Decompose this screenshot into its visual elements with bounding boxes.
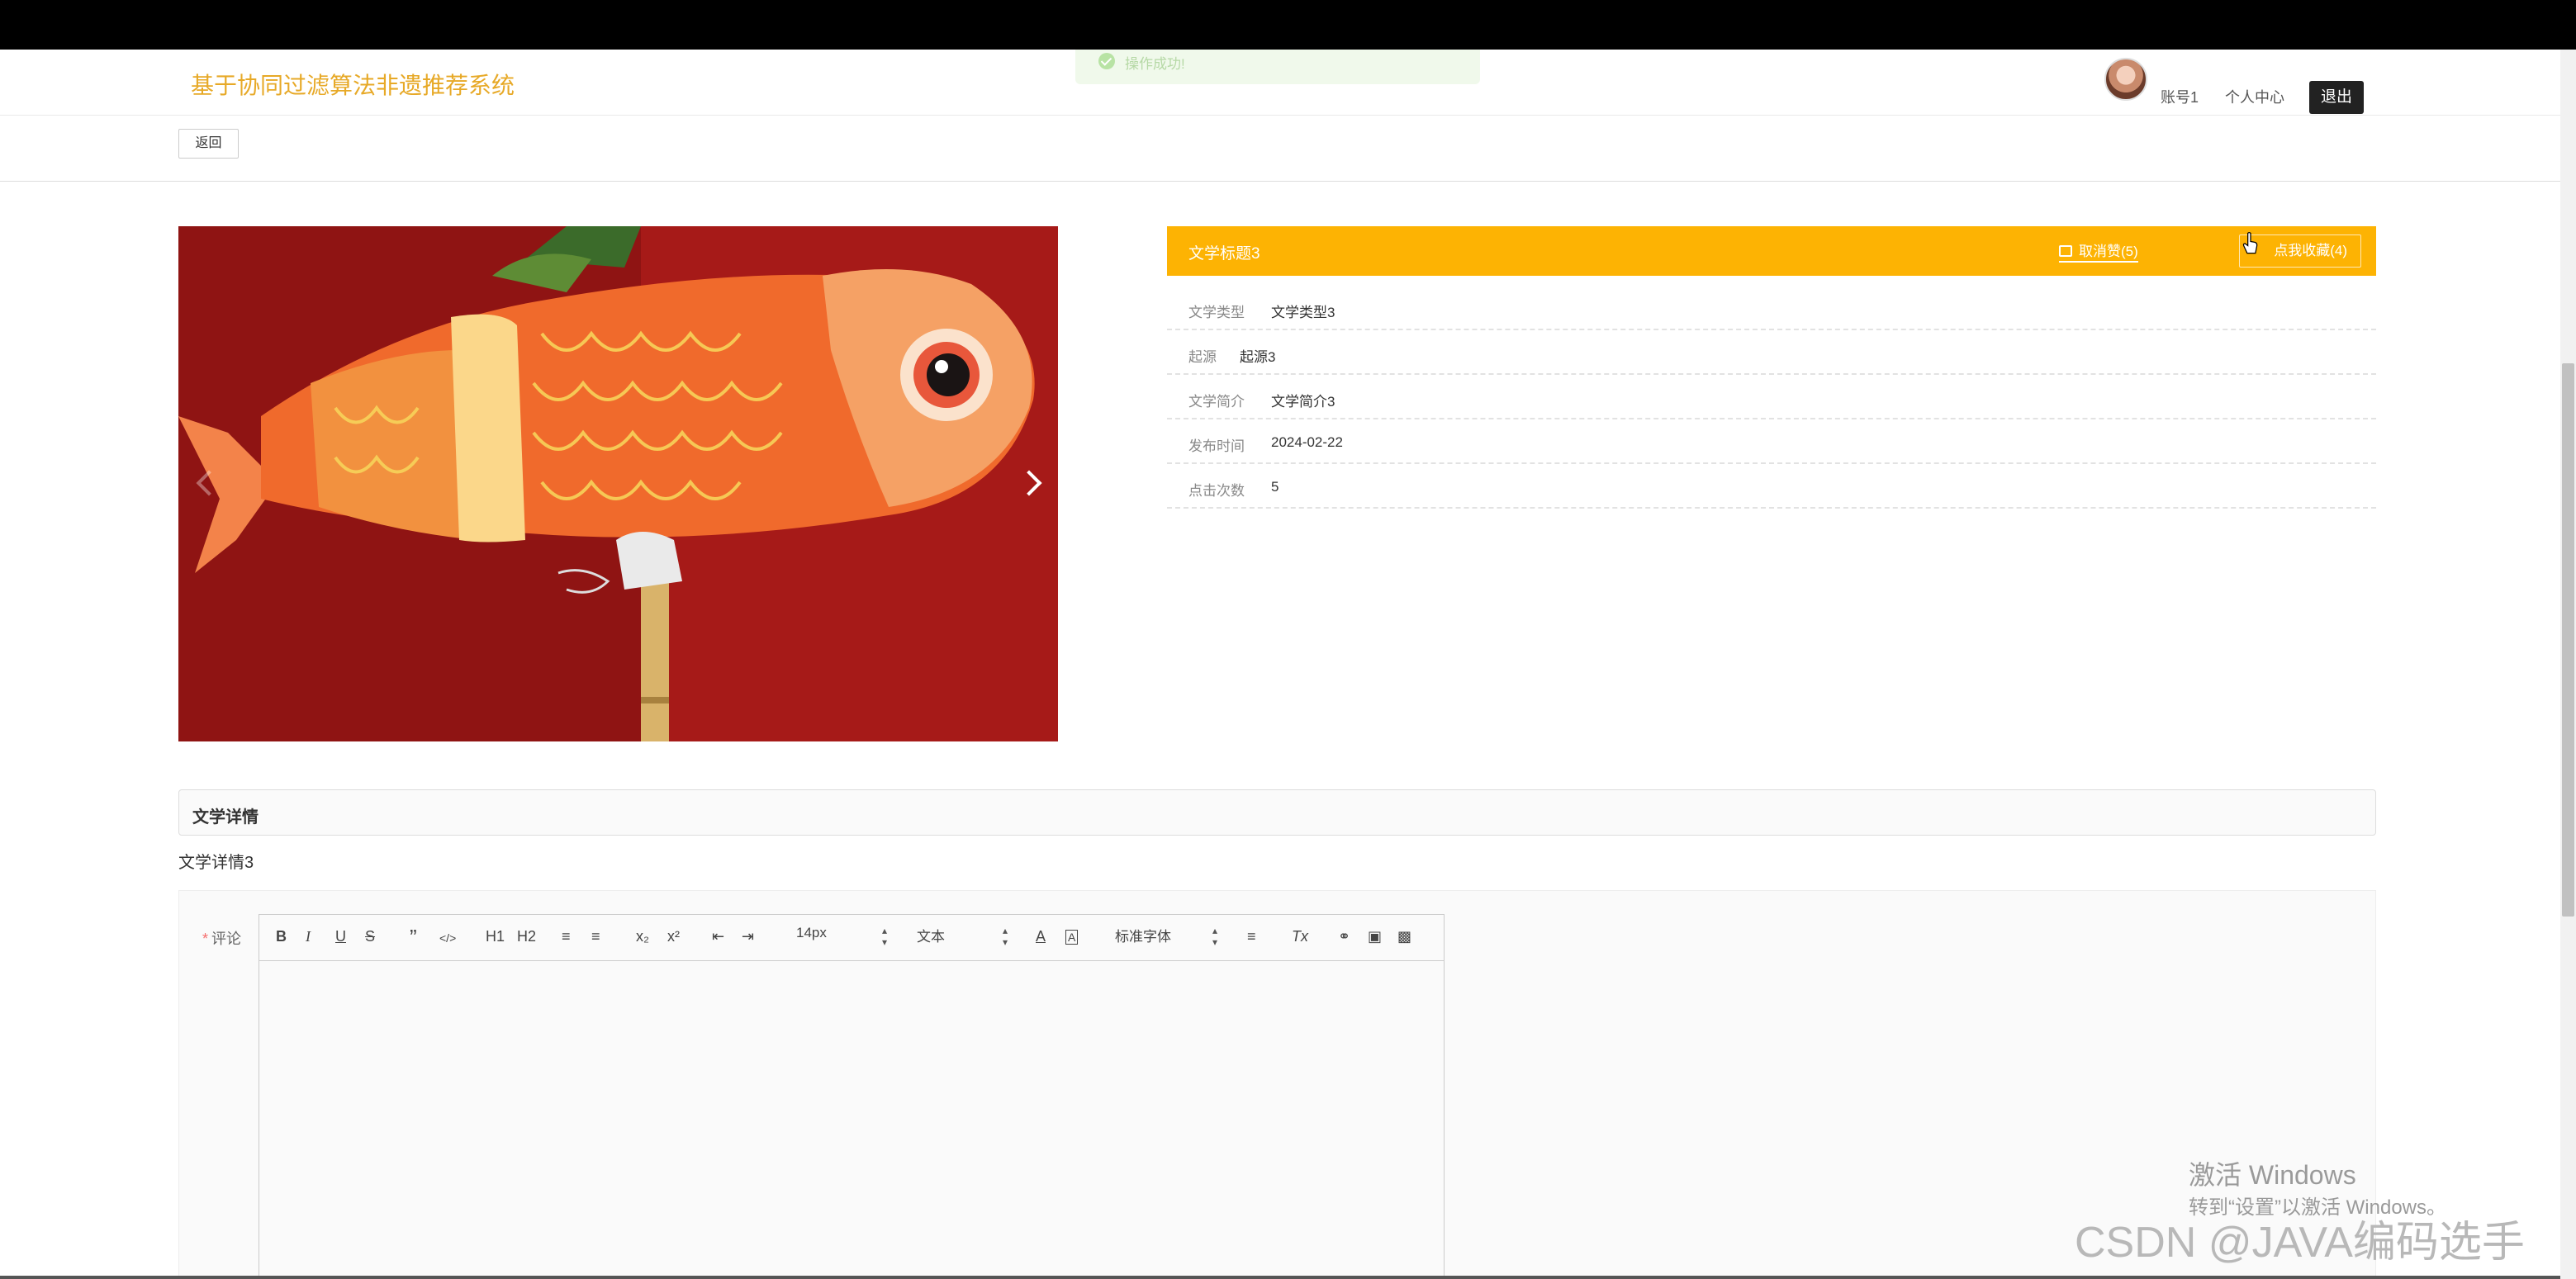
header-value: 文本 (917, 929, 945, 945)
toast-message: 操作成功! (1125, 56, 1185, 72)
font-family-select[interactable]: 标准字体 ▴ ▾ (1115, 925, 1217, 950)
background-color-icon[interactable]: A (1065, 930, 1079, 945)
field-value: 起源3 (1240, 349, 1276, 365)
video-icon[interactable]: ▩ (1397, 928, 1411, 945)
site-title[interactable]: 基于协同过滤算法非遗推荐系统 (191, 68, 515, 101)
hand-cursor-icon (2242, 232, 2258, 254)
field-label: 文学类型 (1188, 305, 1245, 320)
quote-button[interactable]: ” (410, 925, 417, 950)
font-family-value: 标准字体 (1115, 929, 1171, 945)
detail-title: 文学标题3 (1188, 245, 1260, 263)
sub-toolbar: 返回 (0, 116, 2560, 182)
back-button[interactable]: 返回 (178, 129, 239, 159)
field-value: 文学类型3 (1271, 305, 1335, 320)
field-label: 发布时间 (1188, 438, 1245, 454)
check-circle-icon (1098, 53, 1115, 69)
superscript-button[interactable]: x² (667, 928, 680, 945)
detail-row-origin: 起源 起源3 (1167, 330, 2376, 375)
outdent-icon[interactable]: ⇤ (712, 928, 724, 945)
fish-lantern-image (178, 226, 1058, 741)
select-arrows-icon: ▴ ▾ (881, 925, 887, 948)
detail-row-type: 文学类型 文学类型3 (1167, 286, 2376, 330)
image-carousel[interactable] (178, 226, 1058, 741)
required-mark: * (202, 931, 209, 947)
code-button[interactable]: </> (439, 931, 456, 945)
detail-title-bar: 文学标题3 取消赞(5) 点我收藏(4) (1167, 226, 2376, 276)
font-size-select[interactable]: 14px ▴ ▾ (796, 925, 887, 950)
detail-row-summary: 文学简介 文学简介3 (1167, 375, 2376, 419)
bullet-list-icon[interactable]: ≡ (591, 928, 600, 945)
section-heading: 文学详情 (192, 808, 259, 827)
user-name[interactable]: 账号1 (2161, 86, 2199, 107)
select-arrows-icon: ▴ ▾ (1002, 925, 1008, 948)
field-value: 文学简介3 (1271, 394, 1335, 410)
font-color-icon[interactable]: A (1036, 928, 1046, 945)
scrollbar-thumb[interactable] (2562, 363, 2574, 917)
bold-button[interactable]: B (276, 928, 287, 945)
field-label: 文学简介 (1188, 394, 1245, 410)
section-content: 文学详情3 (178, 854, 254, 872)
comment-form: * 评论 B I U S ” </> H1 H2 ≡ ≡ x₂ x² ⇤ ⇥ 14… (178, 890, 2376, 1279)
image-icon[interactable]: ▣ (1368, 928, 1382, 945)
editor-toolbar: B I U S ” </> H1 H2 ≡ ≡ x₂ x² ⇤ ⇥ 14px ▴ ▾… (259, 915, 1444, 961)
field-value: 2024-02-22 (1271, 434, 1343, 450)
browser-top-bar (0, 0, 2576, 50)
thumbs-up-icon (2059, 245, 2072, 257)
avatar[interactable] (2104, 58, 2147, 101)
rich-text-editor[interactable]: B I U S ” </> H1 H2 ≡ ≡ x₂ x² ⇤ ⇥ 14px ▴ ▾… (259, 914, 1445, 1279)
logout-button[interactable]: 退出 (2309, 81, 2364, 114)
detail-row-clicks: 点击次数 5 (1167, 464, 2376, 509)
ordered-list-icon[interactable]: ≡ (562, 928, 571, 945)
subscript-button[interactable]: x₂ (636, 928, 649, 945)
h1-button[interactable]: H1 (486, 928, 505, 945)
favorite-label: 点我收藏(4) (2274, 243, 2347, 258)
indent-icon[interactable]: ⇥ (742, 928, 754, 945)
h2-button[interactable]: H2 (517, 928, 536, 945)
font-size-value: 14px (796, 925, 827, 940)
windows-activation-title: 激活 Windows (2189, 1160, 2356, 1190)
csdn-watermark: CSDN @JAVA编码选手 (2075, 1219, 2525, 1267)
taskbar-edge (0, 1276, 2560, 1279)
strike-button[interactable]: S (365, 928, 375, 945)
success-toast: 操作成功! (1075, 50, 1480, 84)
section-heading-box: 文学详情 (178, 789, 2376, 836)
comment-label-text: 评论 (211, 931, 242, 947)
personal-center-link[interactable]: 个人中心 (2225, 86, 2284, 107)
field-label: 点击次数 (1188, 483, 1245, 499)
field-label: 起源 (1188, 349, 1217, 365)
header-select[interactable]: 文本 ▴ ▾ (917, 925, 1008, 950)
carousel-next-chevron-icon[interactable] (1008, 443, 1058, 525)
field-value: 5 (1271, 479, 1279, 495)
italic-button[interactable]: I (306, 928, 311, 945)
clear-format-button[interactable]: Tx (1292, 928, 1308, 945)
align-icon[interactable]: ≡ (1247, 928, 1256, 945)
underline-button[interactable]: U (335, 928, 346, 945)
link-icon[interactable]: ⚭ (1338, 928, 1350, 945)
detail-row-publish-date: 发布时间 2024-02-22 (1167, 419, 2376, 464)
comment-label: * 评论 (202, 927, 241, 949)
cancel-like-label: 取消赞(5) (2079, 244, 2138, 259)
cancel-like-button[interactable]: 取消赞(5) (2059, 239, 2138, 263)
carousel-prev-chevron-icon[interactable] (178, 443, 228, 525)
select-arrows-icon: ▴ ▾ (1212, 925, 1217, 948)
